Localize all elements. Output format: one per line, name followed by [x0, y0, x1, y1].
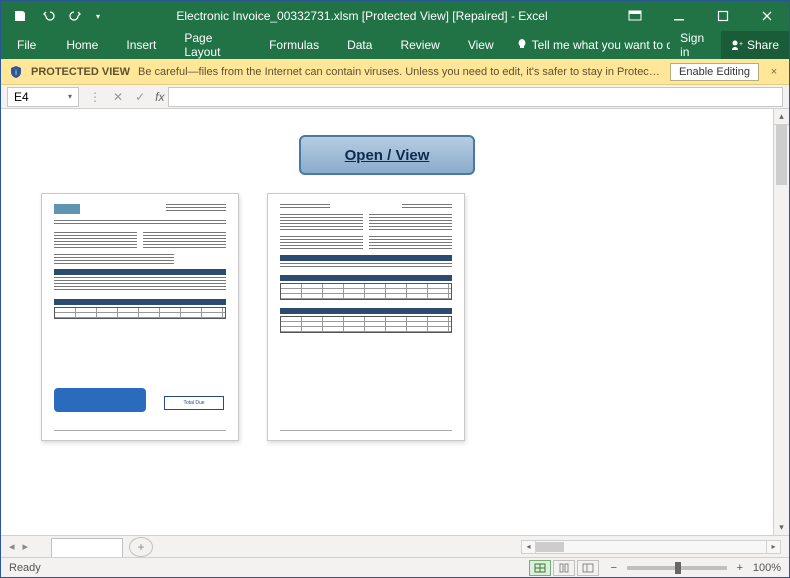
zoom-slider-thumb[interactable]	[675, 562, 681, 574]
scroll-left-icon[interactable]: ◂	[522, 541, 536, 553]
sheet-content: Open / View Total Due	[1, 109, 773, 535]
sheet-tab-nav[interactable]: ◂ ▸	[1, 540, 51, 553]
invoice-preview-page-1[interactable]: Total Due	[41, 193, 239, 441]
zoom-slider[interactable]	[627, 566, 727, 570]
share-label: Share	[747, 38, 779, 52]
tab-page-layout[interactable]: Page Layout	[170, 31, 255, 59]
zoom-out-button[interactable]: −	[607, 562, 621, 574]
invoice-preview-page-2[interactable]	[267, 193, 465, 441]
ribbon-display-options-icon[interactable]	[613, 1, 657, 31]
lightbulb-icon	[516, 38, 528, 52]
worksheet-area[interactable]: ▴ ▾ Open / View Total Due	[1, 109, 789, 535]
redo-icon[interactable]	[63, 3, 89, 29]
tab-insert[interactable]: Insert	[112, 31, 170, 59]
quick-access-toolbar: ▾	[1, 3, 111, 29]
name-box-value: E4	[14, 90, 29, 104]
title-bar: ▾ Electronic Invoice_00332731.xlsm [Prot…	[1, 1, 789, 31]
vertical-scroll-thumb[interactable]	[776, 125, 787, 185]
window-controls	[613, 1, 789, 31]
status-ready: Ready	[9, 562, 41, 574]
fx-separator: ⋮	[83, 90, 107, 104]
ribbon-tabs: File Home Insert Page Layout Formulas Da…	[1, 31, 789, 59]
page-layout-view-icon[interactable]	[553, 560, 575, 576]
maximize-icon[interactable]	[701, 1, 745, 31]
tab-formulas[interactable]: Formulas	[255, 31, 333, 59]
zoom-in-button[interactable]: +	[733, 562, 747, 574]
close-icon[interactable]	[745, 1, 789, 31]
protected-view-message: Be careful—files from the Internet can c…	[138, 66, 662, 78]
scroll-right-icon[interactable]: ▸	[766, 541, 780, 553]
share-button[interactable]: + Share	[721, 31, 789, 59]
view-switcher	[529, 560, 599, 576]
invoice-callout-box	[54, 388, 146, 412]
cancel-formula-icon[interactable]: ✕	[107, 90, 129, 104]
close-protected-view-icon[interactable]: ×	[767, 66, 781, 78]
protected-view-title: PROTECTED VIEW	[31, 66, 130, 78]
tab-data[interactable]: Data	[333, 31, 386, 59]
zoom-controls: − + 100%	[607, 562, 781, 574]
undo-icon[interactable]	[35, 3, 61, 29]
sheet-tab[interactable]	[51, 538, 123, 558]
tab-home[interactable]: Home	[52, 31, 112, 59]
svg-text:i: i	[15, 68, 17, 77]
save-icon[interactable]	[7, 3, 33, 29]
page-break-view-icon[interactable]	[577, 560, 599, 576]
protected-view-bar: i PROTECTED VIEW Be careful—files from t…	[1, 59, 789, 85]
vertical-scrollbar[interactable]: ▾	[773, 125, 789, 535]
minimize-icon[interactable]	[657, 1, 701, 31]
status-bar: Ready − + 100%	[1, 557, 789, 577]
sign-in-link[interactable]: Sign in	[670, 31, 721, 59]
open-view-button[interactable]: Open / View	[299, 135, 475, 175]
scroll-down-icon[interactable]: ▾	[774, 519, 789, 535]
tab-review[interactable]: Review	[386, 31, 453, 59]
qat-dropdown-icon[interactable]: ▾	[91, 3, 105, 29]
tab-file[interactable]: File	[1, 31, 52, 59]
share-icon: +	[731, 39, 743, 51]
tell-me-placeholder: Tell me what you want to do...	[532, 38, 670, 52]
tab-view[interactable]: View	[454, 31, 508, 59]
name-box-dropdown-icon[interactable]: ▾	[68, 92, 72, 101]
tell-me-search[interactable]: Tell me what you want to do...	[508, 31, 670, 59]
enter-formula-icon[interactable]: ✓	[129, 90, 151, 104]
window-title: Electronic Invoice_00332731.xlsm [Protec…	[111, 9, 613, 23]
invoice-logo-icon	[54, 204, 80, 214]
zoom-percent[interactable]: 100%	[753, 562, 781, 574]
enable-editing-button[interactable]: Enable Editing	[670, 63, 759, 81]
name-box[interactable]: E4 ▾	[7, 87, 79, 107]
svg-text:+: +	[739, 41, 743, 48]
tab-nav-next-icon[interactable]: ▸	[23, 540, 29, 553]
new-sheet-button[interactable]: +	[129, 537, 153, 557]
horizontal-scrollbar[interactable]: ◂ ▸	[521, 540, 781, 554]
document-preview-row: Total Due	[29, 193, 745, 441]
formula-input[interactable]	[168, 87, 783, 107]
fx-icon[interactable]: fx	[151, 90, 168, 104]
tab-nav-prev-icon[interactable]: ◂	[9, 540, 15, 553]
formula-bar: E4 ▾ ⋮ ✕ ✓ fx	[1, 85, 789, 109]
sheet-tab-strip: ◂ ▸ + ◂ ▸	[1, 535, 789, 557]
invoice-total-box: Total Due	[164, 396, 224, 410]
normal-view-icon[interactable]	[529, 560, 551, 576]
scroll-up-icon[interactable]: ▴	[773, 109, 789, 125]
shield-icon: i	[9, 65, 23, 79]
